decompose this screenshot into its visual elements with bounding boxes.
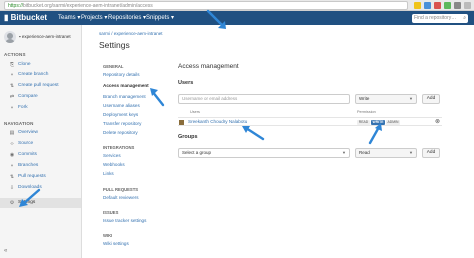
- arrow-annotation-icon: [368, 123, 382, 145]
- search-input[interactable]: Find a repository… ⌕: [412, 14, 468, 23]
- sidebar-item-pull-requests[interactable]: ⇅ Pull requests: [0, 172, 81, 182]
- settings-link-default-reviewers[interactable]: Default reviewers: [103, 195, 139, 200]
- extension-icon[interactable]: [414, 2, 421, 9]
- sidebar-item-overview[interactable]: ▤ Overview: [0, 128, 81, 138]
- permission-admin-toggle[interactable]: ADMIN: [386, 119, 400, 125]
- search-icon: ⌕: [463, 15, 466, 21]
- remove-user-icon[interactable]: ⊗: [435, 118, 440, 125]
- users-column-header: Users: [190, 110, 200, 114]
- arrow-annotation-icon: [206, 9, 226, 29]
- user-search-input[interactable]: Username or email address: [178, 94, 350, 104]
- fork-icon: ⑂: [10, 105, 14, 111]
- settings-link-delete-repository[interactable]: Delete repository: [103, 130, 138, 135]
- nav-teams[interactable]: Teams ▾: [58, 13, 80, 23]
- settings-link-transfer-repository[interactable]: Transfer repository: [103, 121, 141, 126]
- collapse-sidebar-icon[interactable]: «: [4, 248, 7, 254]
- branches-icon: ⑂: [10, 163, 14, 169]
- url-text: bitbucket.org/sarmi/experience-aem-intra…: [23, 3, 153, 9]
- overview-icon: ▤: [9, 130, 15, 136]
- settings-section-wiki: WIKI: [103, 233, 113, 238]
- settings-link-services[interactable]: Services: [103, 153, 121, 158]
- nav-snippets[interactable]: Snippets ▾: [146, 13, 174, 23]
- group-select[interactable]: Select a group ▼: [178, 148, 350, 158]
- add-group-button[interactable]: Add: [422, 148, 440, 158]
- repo-header: ▪ experience-aem-intranet: [4, 31, 80, 45]
- browser-toolbar: https://bitbucket.org/sarmi/experience-a…: [0, 0, 474, 11]
- settings-section-issues: ISSUES: [103, 210, 119, 215]
- chevron-down-icon: ▼: [342, 150, 346, 155]
- chevron-down-icon: ▼: [409, 96, 413, 101]
- bitbucket-logo[interactable]: ▮ Bitbucket: [4, 13, 47, 23]
- settings-link-issue-tracker-settings[interactable]: Issue tracker settings: [103, 218, 146, 223]
- settings-section-integrations: INTEGRATIONS: [103, 145, 135, 150]
- sidebar-item-clone[interactable]: ⎘ Clone: [0, 60, 81, 70]
- nav-repositories[interactable]: Repositories ▾: [108, 13, 146, 23]
- users-heading: Users: [178, 80, 194, 86]
- repo-avatar: [4, 31, 16, 43]
- settings-link-wiki-settings[interactable]: Wiki settings: [103, 241, 129, 246]
- settings-link-deployment-keys[interactable]: Deployment keys: [103, 112, 138, 117]
- settings-link-webhooks[interactable]: Webhooks: [103, 162, 125, 167]
- pull-request-icon: ⇅: [9, 83, 15, 89]
- page-title: Settings: [99, 40, 130, 50]
- sidebar-item-source[interactable]: ‹› Source: [0, 139, 81, 149]
- section-title: Access management: [178, 63, 239, 70]
- extension-icon[interactable]: [454, 2, 461, 9]
- arrow-annotation-icon: [19, 188, 41, 207]
- extension-icon[interactable]: [434, 2, 441, 9]
- pull-requests-icon: ⇅: [9, 174, 15, 180]
- extension-icon[interactable]: [444, 2, 451, 9]
- repo-name[interactable]: ▪ experience-aem-intranet: [19, 34, 71, 39]
- user-permission-select[interactable]: Write ▼: [355, 94, 417, 104]
- settings-link-username-aliases[interactable]: Username aliases: [103, 103, 140, 108]
- url-scheme: https://: [8, 3, 24, 9]
- settings-link-repository-details[interactable]: Repository details: [103, 72, 140, 77]
- clone-icon: ⎘: [9, 62, 14, 68]
- top-navigation: ▮ Bitbucket Teams ▾ Projects ▾ Repositor…: [0, 11, 474, 25]
- repo-sidebar: ▪ experience-aem-intranet ACTIONS ⎘ Clone…: [0, 25, 82, 258]
- settings-link-branch-management[interactable]: Branch management: [103, 94, 146, 99]
- table-row: Sreekanth Choudry Nalabotu READ WRITE AD…: [178, 117, 442, 126]
- downloads-icon: ⇩: [9, 185, 15, 191]
- group-permission-select[interactable]: Read ▼: [355, 148, 417, 158]
- arrow-annotation-icon: [150, 88, 165, 107]
- branch-icon: ⑂: [10, 72, 14, 78]
- settings-link-links[interactable]: Links: [103, 171, 114, 176]
- sidebar-item-fork[interactable]: ⑂ Fork: [0, 103, 81, 113]
- groups-heading: Groups: [178, 134, 198, 140]
- settings-link-access-management[interactable]: Access management: [103, 83, 149, 88]
- sidebar-item-create-branch[interactable]: ⑂ Create branch: [0, 70, 81, 80]
- add-user-button[interactable]: Add: [422, 94, 440, 104]
- commits-icon: ◉: [9, 152, 15, 158]
- permission-column-header: Permission: [357, 110, 376, 114]
- user-name-link[interactable]: Sreekanth Choudry Nalabotu: [188, 119, 247, 124]
- settings-section-pull-requests: PULL REQUESTS: [103, 187, 139, 192]
- source-icon: ‹›: [10, 141, 14, 147]
- extension-icon[interactable]: [424, 2, 431, 9]
- compare-icon: ⇄: [9, 94, 15, 100]
- breadcrumb[interactable]: sarmi / experience-aem-intranet: [99, 31, 163, 36]
- sidebar-item-commits[interactable]: ◉ Commits: [0, 150, 81, 160]
- chevron-down-icon: ▼: [409, 150, 413, 155]
- user-avatar: [179, 120, 184, 125]
- nav-projects[interactable]: Projects ▾: [81, 13, 107, 23]
- browser-menu-icon[interactable]: [464, 2, 471, 9]
- sidebar-item-branches[interactable]: ⑂ Branches: [0, 161, 81, 171]
- navigation-heading: NAVIGATION: [4, 121, 34, 126]
- sidebar-item-create-pull-request[interactable]: ⇅ Create pull request: [0, 81, 81, 91]
- sidebar-item-compare[interactable]: ⇄ Compare: [0, 92, 81, 102]
- settings-icon: ⚙: [9, 200, 15, 206]
- arrow-annotation-icon: [242, 126, 265, 141]
- settings-section-general: GENERAL: [103, 64, 124, 69]
- actions-heading: ACTIONS: [4, 52, 26, 57]
